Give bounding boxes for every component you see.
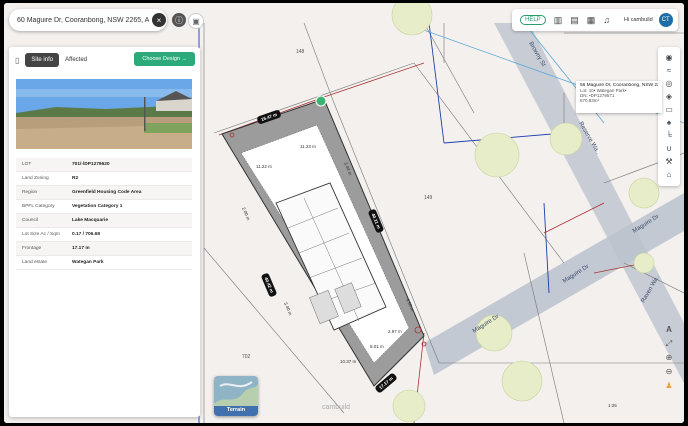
zoom-in-icon[interactable]: ⊕ <box>666 351 673 365</box>
row-label: Lot Size Ac / Sqm <box>22 232 60 237</box>
row-value: 17.17 m <box>72 246 90 251</box>
row-value: Vegetation Category 1 <box>72 204 123 209</box>
table-row: Frontage 17.17 m <box>16 242 192 256</box>
table-row: LOT 701/-/DP1279620 <box>16 158 192 172</box>
brand-watermark: cambuild <box>322 404 351 411</box>
row-value: 701/-/DP1279620 <box>72 162 110 167</box>
tooltip-area: 670.83m² <box>580 98 600 103</box>
lot-number: 149 <box>424 195 433 201</box>
site-photo <box>16 79 192 149</box>
row-label: LOT <box>22 162 32 167</box>
eye-icon[interactable]: ◎ <box>666 77 673 90</box>
boot-icon[interactable]: ╘ <box>666 129 672 142</box>
help-button[interactable]: HELP <box>520 15 546 25</box>
search-input[interactable]: 60 Maguire Dr, Cooranbong, NSW 2265, Aus… <box>17 17 149 24</box>
ruler-icon[interactable]: ≈ <box>667 64 671 77</box>
tab-site-info[interactable]: Site info <box>25 53 60 67</box>
house-icon[interactable]: ⌂ <box>667 168 672 181</box>
pegman-icon[interactable]: ♟ <box>665 379 672 393</box>
row-label: BPFL Category <box>22 204 55 209</box>
terrain-label: Terrain <box>226 407 246 413</box>
wrench-icon[interactable]: ⚒ <box>665 155 672 168</box>
row-label: Land Zoning <box>22 176 49 181</box>
lot-number: 148 <box>296 49 305 55</box>
document-icon[interactable]: ▤ <box>570 15 579 26</box>
top-right-bar: HELP ▥ ▤ ▦ ♫ Hi cambuild CT <box>512 9 678 31</box>
north-arrow-icon[interactable]: A <box>666 323 672 337</box>
row-value: Wategan Park <box>72 260 104 265</box>
magnet-icon[interactable]: ∪ <box>666 142 672 155</box>
choose-design-button[interactable]: Choose Design → <box>134 52 195 66</box>
search-bar[interactable]: 60 Maguire Dr, Cooranbong, NSW 2265, Aus… <box>9 9 167 31</box>
tree-icon[interactable]: ♠ <box>667 116 671 129</box>
chart-icon[interactable]: ▥ <box>554 15 563 26</box>
row-label: Frontage <box>22 246 42 251</box>
choose-design-label: Choose Design <box>142 56 180 62</box>
table-row: Land estate Wategan Park <box>16 256 192 270</box>
map-toolbar: ◉ ≈ ◎ ◈ ▭ ♠ ╘ ∪ ⚒ ⌂ <box>658 47 680 186</box>
inner-dim: 8.01 m <box>370 344 384 349</box>
app-frame: 16.47 m 40.11 m 40.42 m 17.17 m 11.22 m … <box>4 3 684 423</box>
row-value: Greenfield Housing Code Area <box>72 190 142 195</box>
neighbor-tooltip: 56 Maguire Dr, Cooranbong, NSW 22 Lot: 1… <box>576 81 662 113</box>
row-label: Region <box>22 190 38 195</box>
row-value: R2 <box>72 176 79 181</box>
bell-icon[interactable]: ♫ <box>603 15 610 25</box>
bag-icon[interactable]: ▣ <box>188 13 204 29</box>
table-row: BPFL Category Vegetation Category 1 <box>16 200 192 214</box>
arrow-right-icon: → <box>181 56 188 62</box>
inner-dim: 11.23 m <box>300 144 316 149</box>
table-row: Council Lake Macquarie <box>16 214 192 228</box>
site-info-panel: ▯ Site info Affected Choose Design → LOT… <box>9 47 200 417</box>
row-label: Land estate <box>22 260 48 265</box>
zoom-out-icon[interactable]: ⊖ <box>666 365 673 379</box>
expand-icon[interactable]: ⤢ <box>666 337 672 351</box>
info-icon[interactable]: ⓘ <box>172 13 186 27</box>
close-icon[interactable]: × <box>152 13 166 27</box>
row-value: 0.17 / 706.68 <box>72 232 101 237</box>
layers-icon[interactable]: ◈ <box>666 90 672 103</box>
calculator-icon[interactable]: ▦ <box>587 15 596 26</box>
camera-icon[interactable]: ◉ <box>666 51 673 64</box>
panel-tabs: ▯ Site info Affected <box>15 53 93 67</box>
user-greeting[interactable]: Hi cambuild <box>624 17 653 23</box>
lot-number: 702 <box>242 354 251 360</box>
inner-dim: 11.22 m <box>256 164 272 169</box>
row-label: Council <box>22 218 38 223</box>
table-row: Region Greenfield Housing Code Area <box>16 186 192 200</box>
rotate-handle[interactable] <box>315 95 327 107</box>
copy-icon[interactable]: ▭ <box>665 103 673 116</box>
scale-label: 1:25 <box>608 403 617 408</box>
collapse-icon[interactable]: ▯ <box>15 56 19 65</box>
site-info-table: LOT 701/-/DP1279620 Land Zoning R2 Region G… <box>16 158 192 270</box>
tab-affected[interactable]: Affected <box>59 53 93 67</box>
map-controls: A ⤢ ⊕ ⊖ ♟ <box>659 323 679 393</box>
inner-dim: 2.97 m <box>388 329 402 334</box>
table-row: Land Zoning R2 <box>16 172 192 186</box>
inner-dim: 10.37 m <box>340 359 357 364</box>
terrain-toggle[interactable]: Terrain <box>214 376 258 416</box>
table-row: Lot Size Ac / Sqm 0.17 / 706.68 <box>16 228 192 242</box>
row-value: Lake Macquarie <box>72 218 108 223</box>
avatar[interactable]: CT <box>658 13 673 27</box>
